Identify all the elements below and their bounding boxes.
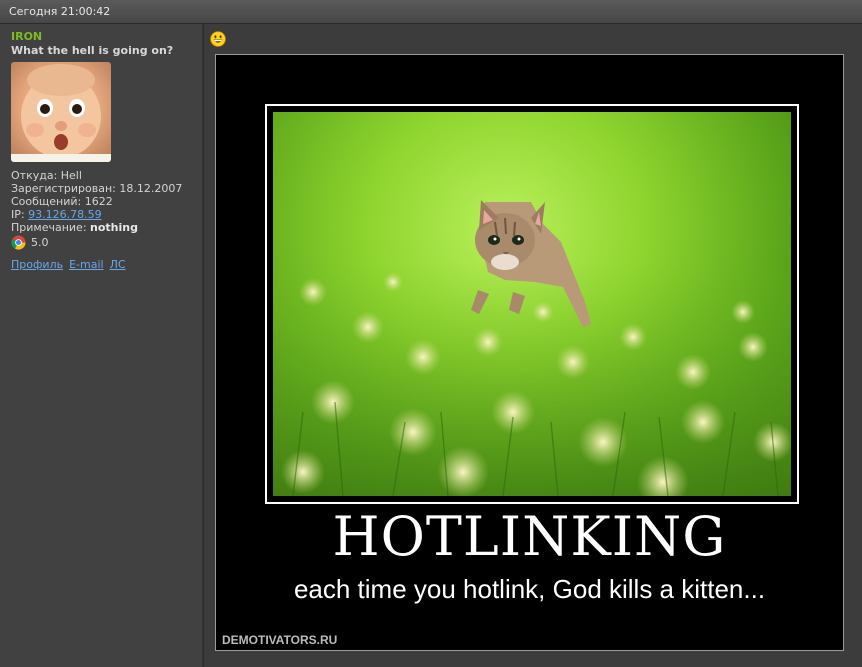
- grin-smiley-icon: [210, 31, 226, 47]
- note-label: Примечание:: [11, 221, 91, 234]
- poster-photo: [273, 112, 791, 496]
- user-from: Откуда: Hell: [11, 169, 82, 182]
- user-messages: Сообщений: 1622: [11, 195, 113, 208]
- username[interactable]: IRON: [11, 30, 42, 43]
- user-links: Профиль E-mail ЛС: [11, 258, 132, 271]
- browser-version: 5.0: [31, 236, 49, 249]
- user-title: What the hell is going on?: [11, 44, 174, 57]
- avatar: [11, 62, 111, 162]
- avatar-baby-face: [11, 64, 111, 162]
- post-content: HOTLINKING each time you hotlink, God ki…: [204, 24, 862, 667]
- poster-image-frame: [265, 104, 799, 504]
- profile-link[interactable]: Профиль: [11, 258, 63, 271]
- pm-link[interactable]: ЛС: [110, 258, 126, 271]
- ip-label: IP:: [11, 208, 29, 221]
- ip-link[interactable]: 93.126.78.59: [28, 208, 101, 221]
- chrome-icon: [11, 235, 26, 250]
- user-browser-row: 5.0: [11, 235, 49, 250]
- poster-subline: each time you hotlink, God kills a kitte…: [293, 574, 766, 604]
- user-note-row: Примечание: nothing: [11, 221, 138, 234]
- user-registered: Зарегистрирован: 18.12.2007: [11, 182, 183, 195]
- email-link[interactable]: E-mail: [69, 258, 104, 271]
- poster-watermark: DEMOTIVATORS.RU: [222, 633, 338, 647]
- post-header-bar: Сегодня 21:00:42: [0, 0, 862, 24]
- demotivator-poster: HOTLINKING each time you hotlink, God ki…: [215, 54, 844, 651]
- poster-headline: HOTLINKING: [332, 505, 727, 568]
- user-ip-row: IP: 93.126.78.59: [11, 208, 102, 221]
- user-sidebar: IRON What the hell is going on? Откуда: …: [0, 24, 203, 667]
- post-timestamp: Сегодня 21:00:42: [9, 5, 111, 18]
- kitten-in-grass-illustration: [273, 200, 791, 496]
- note-value: nothing: [90, 221, 138, 234]
